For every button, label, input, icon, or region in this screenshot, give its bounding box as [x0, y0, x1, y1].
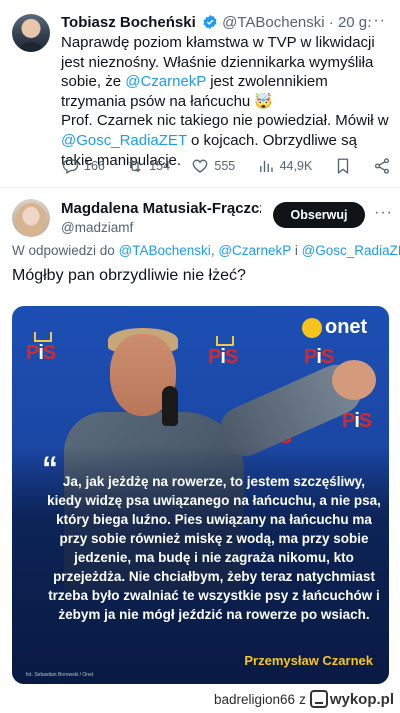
mention-link[interactable]: @Gosc_RadiaZET: [302, 243, 400, 258]
image-quote: Ja, jak jeżdżę na rowerze, to jestem szc…: [47, 474, 381, 622]
tweet-text: Mógłby pan obrzydliwie nie łżeć?: [12, 267, 246, 284]
like-icon: [193, 159, 208, 173]
reply-button[interactable]: 166: [61, 157, 105, 175]
onet-dot-icon: [302, 317, 322, 338]
share-button[interactable]: [373, 157, 391, 175]
mention-link[interactable]: @CzarnekP: [218, 243, 291, 258]
onet-logo: onet: [302, 316, 367, 339]
divider: [0, 187, 400, 188]
views-count: 44,9K: [279, 159, 313, 173]
watermark-sep: z: [299, 691, 306, 707]
tweet-actions: 166 154 555 44,9K: [61, 155, 391, 177]
watermark-site: wykop.pl: [329, 690, 394, 708]
avatar[interactable]: [12, 14, 50, 52]
reply-context: W odpowiedzi do @TABochenski, @CzarnekP …: [12, 243, 400, 258]
crown-icon: [216, 336, 234, 346]
author-handle[interactable]: @madziamf: [61, 220, 133, 235]
timestamp[interactable]: · 20 g.: [329, 14, 372, 31]
speaker-hand: [332, 360, 376, 400]
tweet-image[interactable]: PiS PiS PiS PiS PiS onet “ Ja, jak jeżdż…: [12, 306, 389, 684]
tweet-bochenski[interactable]: Tobiasz Bocheński @TABochenski · 20 g. ·…: [0, 0, 400, 188]
follow-button[interactable]: Obserwuj: [273, 202, 365, 228]
verified-badge-icon: [202, 14, 218, 35]
like-count: 555: [214, 159, 236, 173]
author-name[interactable]: Tobiasz Bocheński: [61, 14, 196, 31]
views-button[interactable]: 44,9K: [257, 157, 313, 175]
reply-icon: [62, 159, 79, 174]
mention-link[interactable]: @TABochenski: [119, 243, 211, 258]
retweet-button[interactable]: 154: [126, 157, 170, 175]
author-name[interactable]: Magdalena Matusiak-Frączczak...: [61, 200, 261, 217]
watermark-user: badreligion66: [213, 691, 296, 707]
retweet-icon: [129, 159, 141, 173]
share-icon: [374, 158, 390, 174]
retweet-count: 154: [149, 159, 171, 173]
author-handle[interactable]: @TABochenski: [222, 14, 325, 31]
reply-separator: i: [291, 243, 302, 258]
views-icon: [259, 160, 273, 172]
wykop-logo-icon: [309, 690, 328, 708]
microphone-icon: [162, 386, 178, 426]
mention-link[interactable]: @Gosc_RadiaZET: [61, 132, 187, 149]
bookmark-icon: [337, 158, 348, 175]
pis-logo: PiS: [208, 346, 238, 368]
bookmark-button[interactable]: [334, 157, 352, 175]
photo-credit: fot. Sebastian Borowski / Onet: [26, 672, 94, 678]
pis-logo: PiS: [342, 410, 372, 432]
more-options-icon[interactable]: ···: [367, 12, 386, 30]
quote-author: Przemysław Czarnek: [244, 653, 373, 668]
onet-logo-text: onet: [325, 316, 368, 338]
tweet-text: Naprawdę poziom kłamstwa w TVP w likwida…: [61, 33, 391, 170]
tweet-text-part: Prof. Czarnek nic takiego nie powiedział…: [61, 112, 389, 130]
avatar[interactable]: [12, 199, 50, 237]
more-options-icon[interactable]: ···: [374, 204, 393, 222]
reply-count: 166: [84, 159, 105, 173]
mention-link[interactable]: @CzarnekP: [125, 73, 206, 90]
like-button[interactable]: 555: [191, 157, 235, 175]
wykop-watermark: badreligion66 z wykop.pl: [214, 688, 394, 710]
pis-logo: PiS: [26, 342, 56, 364]
tweet-header: Tobiasz Bocheński @TABochenski · 20 g.: [61, 14, 371, 35]
crown-icon: [34, 332, 52, 342]
wykop-logo: wykop.pl: [309, 690, 394, 708]
reply-prefix: W odpowiedzi do: [12, 243, 119, 258]
